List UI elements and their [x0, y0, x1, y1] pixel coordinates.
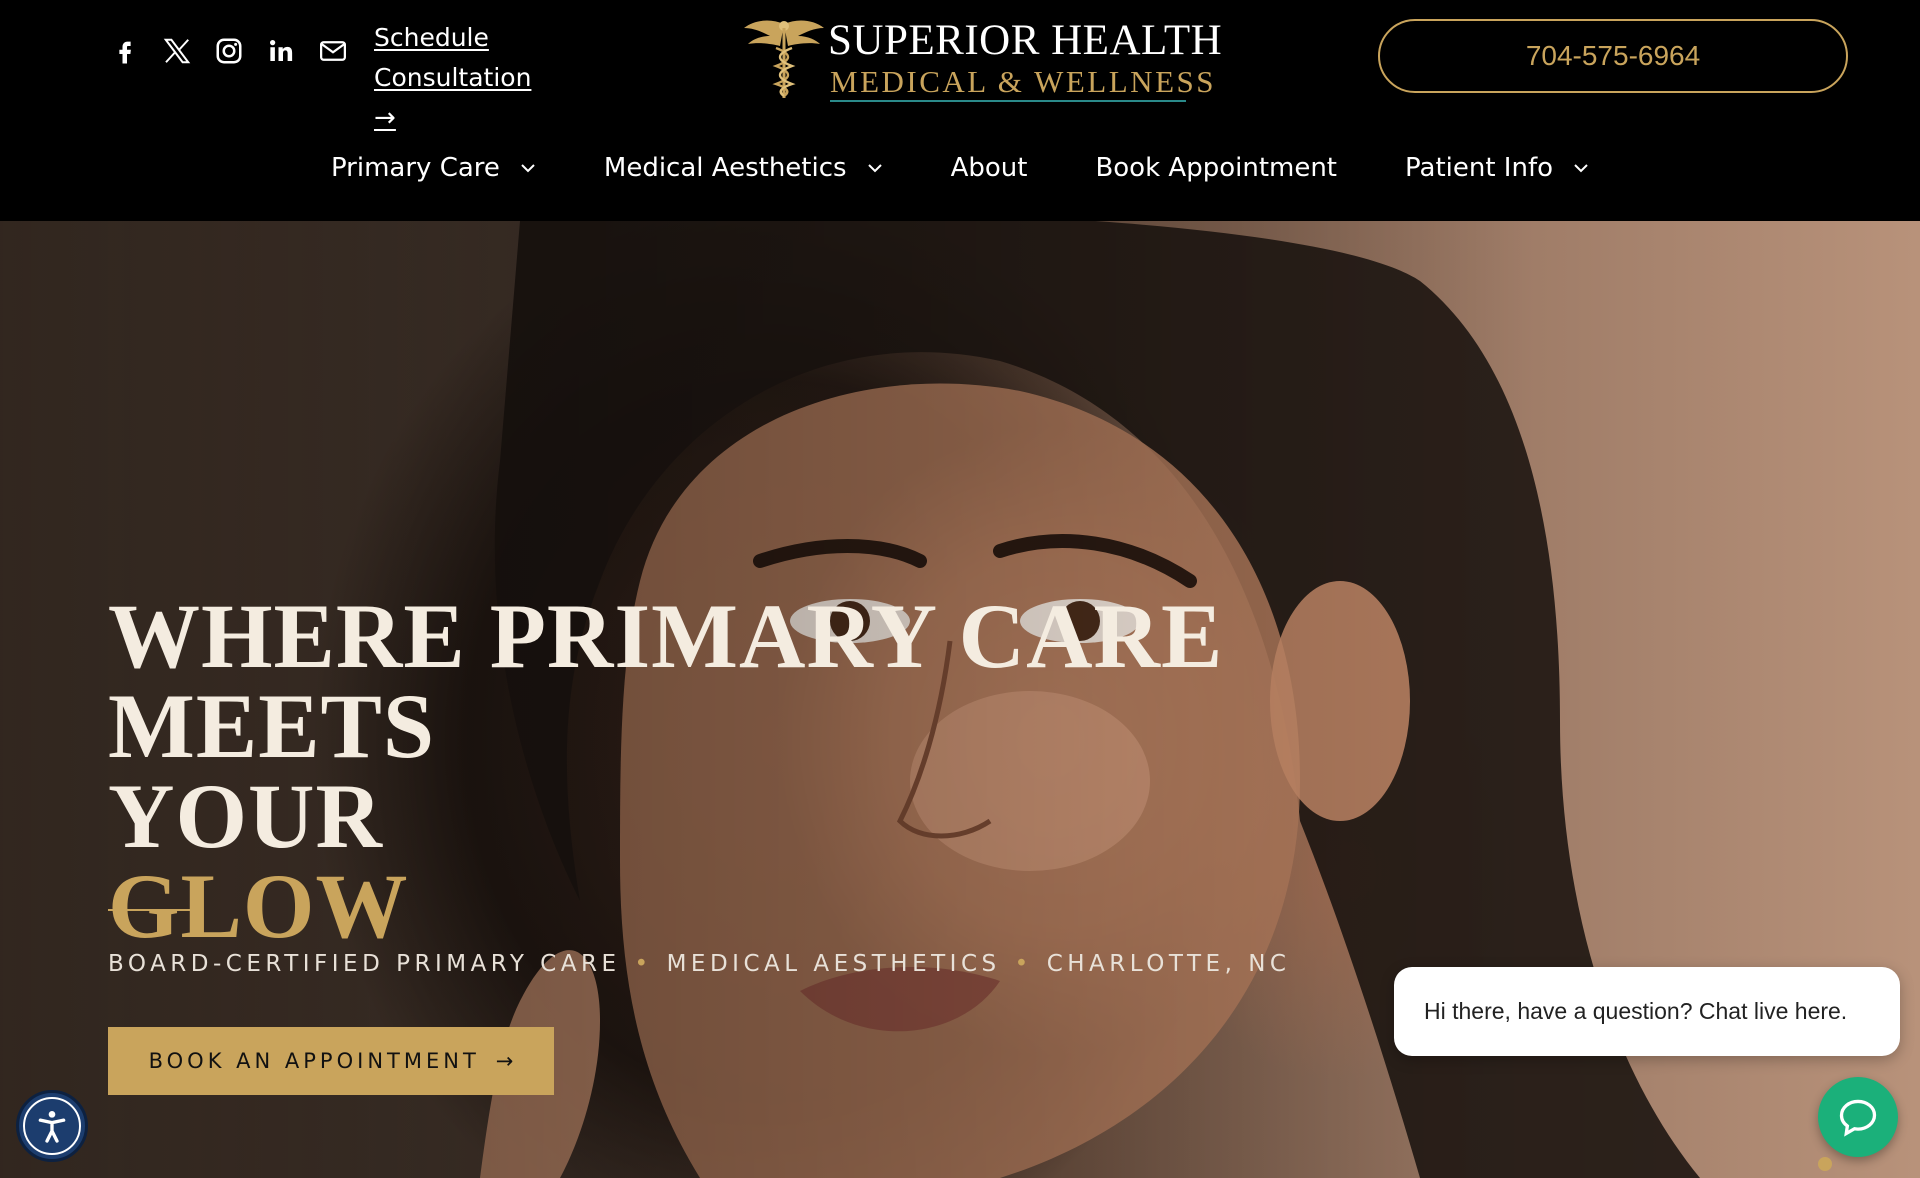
nav-item-primary-care[interactable]: Primary Care [297, 143, 570, 193]
chevron-down-icon [1574, 164, 1588, 173]
site-logo[interactable]: SUPERIOR HEALTH MEDICAL & WELLNESS [740, 12, 1222, 102]
book-appointment-label: BOOK AN APPOINTMENT [148, 1049, 480, 1073]
logo-underline [830, 100, 1186, 102]
hero-divider [108, 909, 202, 911]
tagline-part: BOARD-CERTIFIED PRIMARY CARE [108, 951, 621, 977]
tagline-separator: • [634, 951, 653, 977]
chat-bubble-icon [1839, 1099, 1877, 1137]
arrow-right-icon: → [374, 103, 396, 133]
tagline-part: MEDICAL AESTHETICS [666, 951, 1001, 977]
nav-item-label: Book Appointment [1095, 153, 1338, 183]
hero-headline-line1: WHERE PRIMARY CARE MEETS [108, 585, 1224, 777]
nav-item-label: Primary Care [330, 153, 500, 183]
nav-item-about[interactable]: About [917, 143, 1062, 193]
hero-tagline: BOARD-CERTIFIED PRIMARY CARE • MEDICAL AES… [108, 951, 1290, 977]
nav-item-label: Patient Info [1405, 153, 1554, 183]
hero-headline: WHERE PRIMARY CARE MEETS YOUR GLOW [108, 590, 1508, 957]
phone-button[interactable]: 704-575-6964 [1378, 19, 1848, 93]
schedule-consultation-label: Schedule Consultation [374, 23, 532, 92]
email-icon[interactable] [316, 32, 350, 70]
x-icon[interactable] [160, 32, 194, 70]
instagram-icon[interactable] [212, 32, 246, 70]
schedule-consultation-link[interactable]: Schedule Consultation → [374, 18, 644, 138]
slider-dot-indicator[interactable] [1818, 1157, 1832, 1171]
accessibility-icon [38, 1111, 66, 1143]
tagline-separator: • [1014, 951, 1033, 977]
hero-headline-line2: YOUR [108, 765, 383, 867]
accessibility-ring [23, 1097, 81, 1155]
logo-title: SUPERIOR HEALTH [828, 17, 1223, 64]
nav-item-label: Medical Aesthetics [603, 153, 847, 183]
site-header: Schedule Consultation → SUPERIOR HEALTH … [0, 0, 1920, 221]
chat-launcher-button[interactable] [1818, 1077, 1898, 1157]
book-appointment-button[interactable]: BOOK AN APPOINTMENT → [108, 1027, 554, 1095]
nav-item-medical-aesthetics[interactable]: Medical Aesthetics [570, 143, 917, 193]
social-links [108, 32, 350, 70]
tagline-part: CHARLOTTE, NC [1046, 951, 1291, 977]
accessibility-button[interactable] [16, 1090, 88, 1162]
nav-item-label: About [950, 153, 1028, 183]
hero-headline-accent: GLOW [108, 855, 409, 957]
chevron-down-icon [867, 164, 882, 173]
nav-item-book-appointment[interactable]: Book Appointment [1061, 143, 1371, 193]
chat-prompt-bubble[interactable]: Hi there, have a question? Chat live her… [1394, 967, 1900, 1056]
logo-subtitle: MEDICAL & WELLNESS [830, 64, 1216, 99]
linkedin-icon[interactable] [264, 32, 298, 70]
arrow-right-icon: → [495, 1049, 514, 1073]
nav-item-patient-info[interactable]: Patient Info [1371, 143, 1623, 193]
caduceus-icon [744, 20, 824, 98]
main-nav: Primary Care Medical Aesthetics About Bo… [0, 143, 1920, 193]
facebook-icon[interactable] [108, 32, 142, 70]
chevron-down-icon [521, 164, 535, 173]
